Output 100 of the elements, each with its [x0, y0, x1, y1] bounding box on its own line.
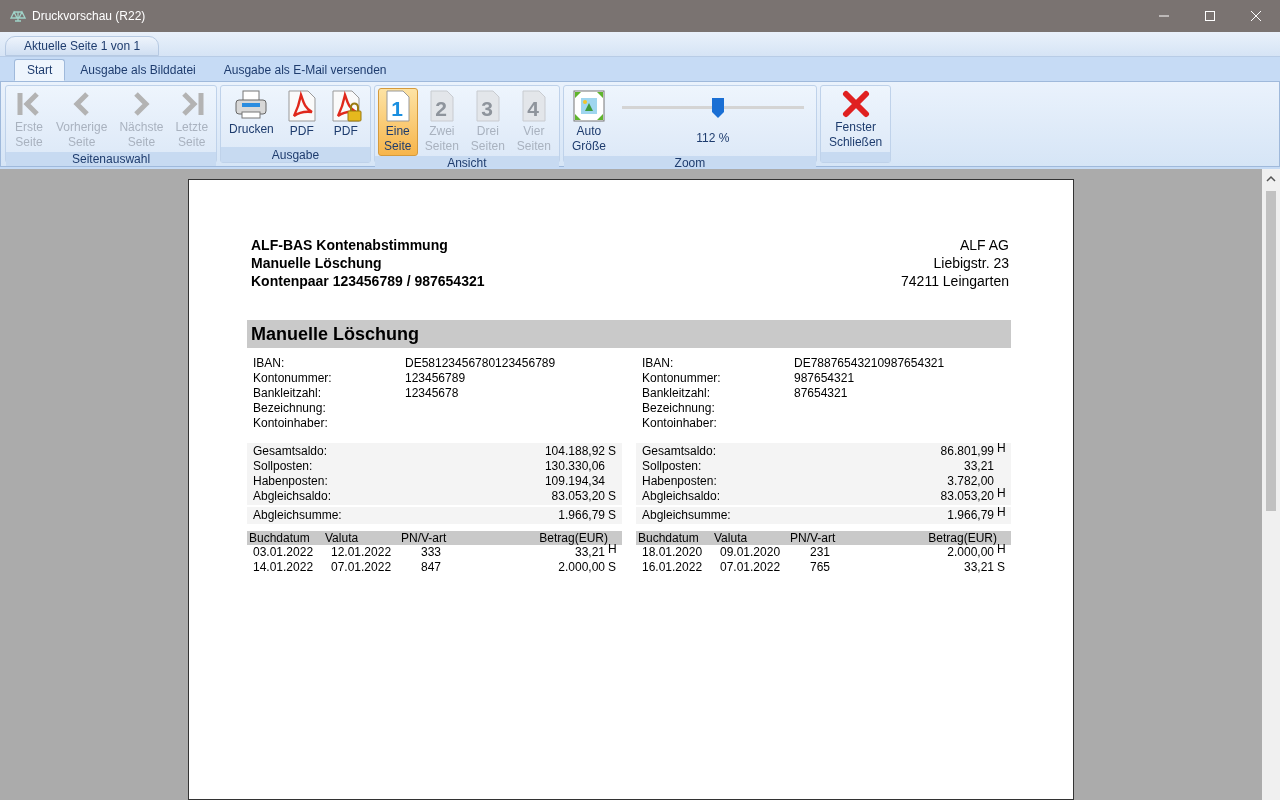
- printer-icon: [234, 90, 269, 120]
- balance-label: Sollposten:: [253, 459, 313, 474]
- table-cell-text: 12.01.2022: [330, 545, 393, 560]
- field-label: Bezeichnung:: [253, 401, 327, 416]
- scrollbar[interactable]: [1262, 169, 1280, 800]
- table-cell: 33,21: [963, 560, 994, 575]
- balance-label: Abgleichsaldo:: [642, 489, 721, 504]
- balance-value: 130.330,06: [544, 459, 605, 474]
- debit-credit-mark: H: [997, 505, 1006, 520]
- column-header: Buchdatum: [637, 530, 700, 546]
- column-header: Valuta: [714, 530, 749, 546]
- first-page-icon: [16, 90, 42, 118]
- balance-label: Abgleichsumme:: [642, 508, 731, 523]
- scroll-up-icon[interactable]: [1266, 175, 1276, 183]
- table-cell: 2.000,00: [947, 545, 994, 560]
- table-cell: 33,21: [574, 545, 605, 560]
- close-icon: [841, 90, 870, 118]
- field-value: 87654321: [794, 386, 848, 401]
- debit-credit-mark: S: [608, 560, 616, 575]
- balance-value: 33,21: [963, 459, 994, 474]
- ribbon-button[interactable]: Fenster Schließen: [823, 88, 888, 152]
- table-cell-text: 14.01.2022: [252, 560, 315, 575]
- page-icon: 1: [384, 90, 411, 122]
- section-title: Manuelle Löschung: [247, 320, 1011, 348]
- close-icon[interactable]: [1250, 10, 1262, 22]
- table-cell-text: 765: [809, 560, 832, 575]
- column-header: Buchdatum: [248, 530, 311, 546]
- column-header: PN/V-art: [401, 530, 448, 546]
- balance-value: 83.053,20: [940, 489, 994, 504]
- column-header: Betrag(EUR): [927, 530, 998, 546]
- group-label: Ausgabe: [271, 147, 320, 162]
- pdf-lock-icon: [329, 90, 362, 122]
- resize-picture-icon: [572, 90, 605, 122]
- balance-label: Gesamtsaldo:: [253, 444, 328, 459]
- field-label: Bankleitzahl:: [642, 386, 712, 401]
- balance-label: Habenposten:: [253, 474, 328, 489]
- report-heading: ALF-BAS Kontenabstimmung: [251, 236, 449, 254]
- balance-label: Sollposten:: [642, 459, 702, 474]
- field-value: 987654321: [794, 371, 855, 386]
- debit-credit-mark: H: [997, 486, 1006, 501]
- balance-label: Gesamtsaldo:: [642, 444, 717, 459]
- group-label: Ansicht: [447, 156, 487, 170]
- table-cell-text: 16.01.2022: [641, 560, 704, 575]
- address-line: 74211 Leingarten: [901, 272, 1009, 290]
- ribbon-button[interactable]: 1 Eine Seite: [377, 88, 418, 156]
- slider-thumb[interactable]: [712, 98, 725, 118]
- balance-value: 1.966,79: [558, 508, 605, 523]
- table-cell-text: 18.01.2020: [641, 545, 704, 560]
- maximize-icon[interactable]: [1204, 10, 1216, 22]
- ribbon-tab[interactable]: Start: [14, 59, 66, 81]
- table-cell: 2.000,00: [558, 560, 605, 575]
- ribbon-button[interactable]: PDF: [280, 88, 323, 147]
- balance-value: 86.801,99: [940, 444, 994, 459]
- ribbon-button[interactable]: Drucken: [224, 88, 279, 147]
- debit-credit-mark: S: [608, 489, 616, 504]
- group-label: Zoom: [674, 156, 706, 170]
- field-label: Kontoinhaber:: [253, 416, 329, 431]
- ribbon-tab[interactable]: Ausgabe als E-Mail versenden: [210, 59, 400, 81]
- table-cell-text: 09.01.2020: [719, 545, 782, 560]
- debit-credit-mark: S: [997, 560, 1005, 575]
- table-cell-text: 07.01.2022: [330, 560, 393, 575]
- debit-credit-mark: H: [608, 542, 617, 557]
- zoom-reading: 112 %: [696, 131, 730, 145]
- field-value: DE78876543210987654321: [794, 356, 945, 371]
- report-heading: Kontenpaar 123456789 / 987654321: [251, 272, 485, 290]
- previous-icon: [71, 90, 92, 118]
- balance-value: 83.053,20: [551, 489, 605, 504]
- page-tab[interactable]: Aktuelle Seite 1 von 1: [5, 36, 160, 56]
- debit-credit-mark: H: [997, 441, 1006, 456]
- field-label: IBAN:: [253, 356, 286, 371]
- debit-credit-mark: H: [997, 542, 1006, 557]
- scales-icon: [10, 10, 26, 22]
- ribbon-button[interactable]: PDF: [324, 88, 367, 147]
- page-icon: 4: [520, 90, 547, 122]
- field-value: 123456789: [405, 371, 466, 386]
- field-value: DE58123456780123456789: [405, 356, 556, 371]
- page-icon: 3: [474, 90, 501, 122]
- window-title: Druckvorschau (R22): [32, 9, 146, 23]
- report-heading: Manuelle Löschung: [251, 254, 383, 272]
- balance-label: Habenposten:: [642, 474, 717, 489]
- balance-value: 1.966,79: [947, 508, 994, 523]
- page-icon: 2: [428, 90, 455, 122]
- address-line: ALF AG: [959, 236, 1009, 254]
- balance-value: 109.194,34: [544, 474, 605, 489]
- balance-value: 3.782,00: [947, 474, 994, 489]
- field-label: Bankleitzahl:: [253, 386, 323, 401]
- balance-label: Abgleichsumme:: [253, 508, 342, 523]
- pdf-icon: [285, 90, 318, 122]
- ribbon-tab[interactable]: Ausgabe als Bilddatei: [67, 59, 209, 81]
- table-cell-text: 07.01.2022: [719, 560, 782, 575]
- table-cell-text: 847: [420, 560, 443, 575]
- field-label: Kontonummer:: [642, 371, 722, 386]
- next-icon: [131, 90, 152, 118]
- table-cell-text: 333: [420, 545, 443, 560]
- ribbon-button[interactable]: Auto Größe: [566, 88, 611, 156]
- table-cell-text: 03.01.2022: [252, 545, 315, 560]
- debit-credit-mark: S: [608, 508, 616, 523]
- field-label: Bezeichnung:: [642, 401, 716, 416]
- table-cell-text: 231: [809, 545, 832, 560]
- scroll-thumb[interactable]: [1266, 191, 1276, 511]
